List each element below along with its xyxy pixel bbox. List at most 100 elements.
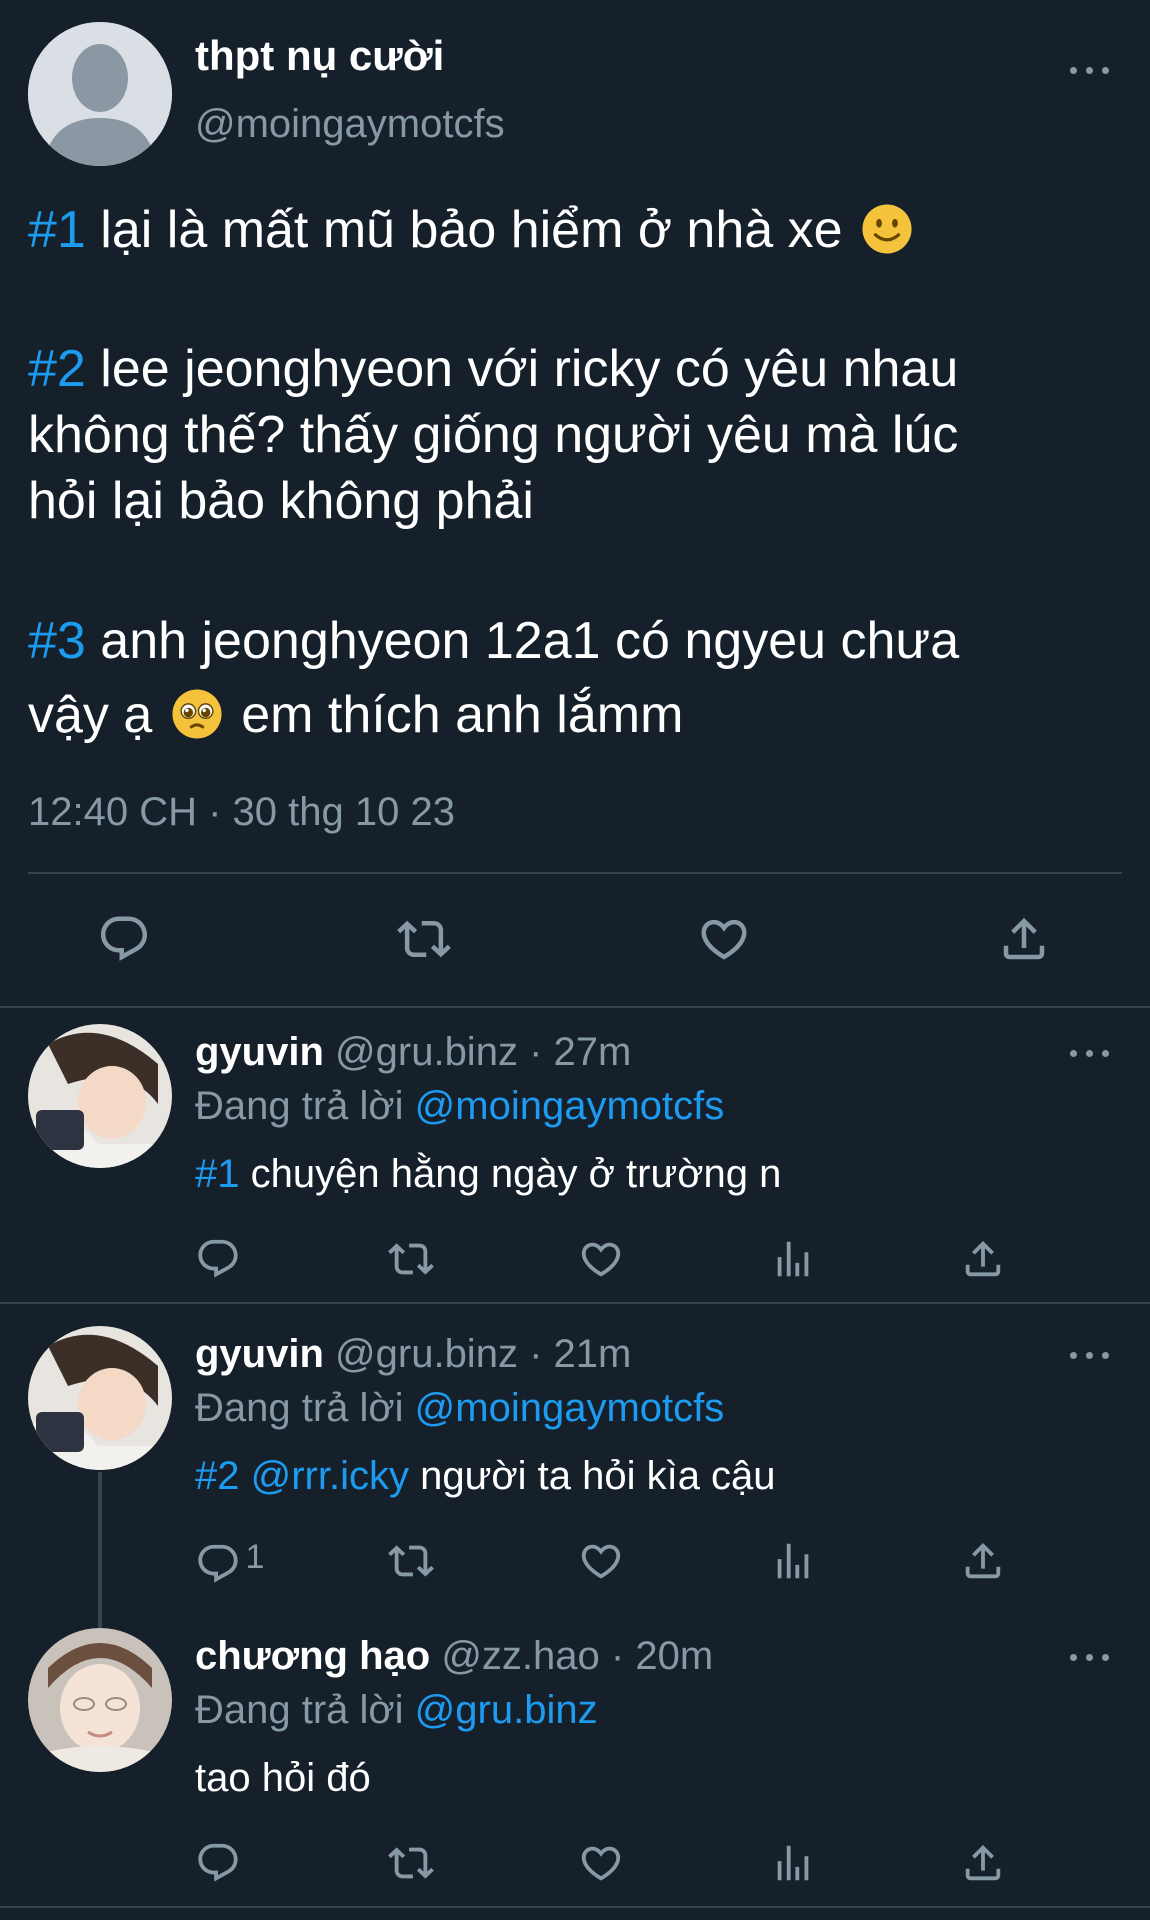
retweet-icon xyxy=(397,912,451,966)
profile-avatar[interactable] xyxy=(28,22,172,166)
reply-text: #2 @rrr.icky người ta hỏi kìa cậu xyxy=(195,1454,776,1499)
user-photo xyxy=(28,1024,172,1168)
avatar[interactable] xyxy=(28,1326,172,1470)
slightly-smiling-face-icon xyxy=(862,204,912,254)
reply-time: · 20m xyxy=(610,1634,714,1678)
retweet-button[interactable] xyxy=(388,1840,434,1891)
reply-icon xyxy=(195,1236,241,1282)
reply-body: người ta hỏi kìa cậu xyxy=(420,1454,776,1498)
reply-time: · 27m xyxy=(529,1030,632,1074)
confession-text: lại là mất mũ bảo hiểm ở nhà xe xyxy=(100,201,843,259)
more-options-icon[interactable] xyxy=(1070,62,1110,78)
reply-count: 1 xyxy=(245,1538,265,1576)
reply-author-name[interactable]: chương hạo xyxy=(195,1634,430,1678)
retweet-icon xyxy=(388,1538,434,1584)
reply-icon xyxy=(195,1840,241,1886)
reply-icon xyxy=(195,1541,241,1587)
reply-author-handle[interactable]: @gru.binz xyxy=(335,1030,518,1074)
divider xyxy=(0,1906,1150,1908)
share-icon xyxy=(960,1538,1006,1584)
views-icon xyxy=(770,1236,816,1282)
display-name[interactable]: thpt nụ cười xyxy=(195,32,444,80)
like-button[interactable] xyxy=(578,1236,624,1287)
share-icon xyxy=(960,1840,1006,1886)
heart-icon xyxy=(578,1538,624,1584)
views-button[interactable] xyxy=(770,1840,816,1891)
replying-to: Đang trả lời @moingaymotcfs xyxy=(195,1084,724,1129)
confession-text: hỏi lại bảo không phải xyxy=(28,472,534,530)
more-options-icon[interactable] xyxy=(1070,1649,1110,1665)
share-button[interactable] xyxy=(960,1840,1006,1891)
reply-time: · 21m xyxy=(529,1332,632,1376)
reply-text: tao hỏi đó xyxy=(195,1756,371,1800)
confession-1: #1 lại là mất mũ bảo hiểm ở nhà xe xyxy=(28,197,1118,263)
replying-to: Đang trả lời @moingaymotcfs xyxy=(195,1386,724,1431)
replying-to-link[interactable]: @moingaymotcfs xyxy=(415,1386,725,1430)
thread-connector xyxy=(98,1472,102,1628)
confession-text: vậy ạ xyxy=(28,686,153,744)
reply-author-handle[interactable]: @gru.binz xyxy=(335,1332,518,1376)
retweet-button[interactable] xyxy=(388,1236,434,1287)
reply-text: #1 chuyện hằng ngày ở trường n xyxy=(195,1152,781,1197)
hashtag[interactable]: #2 xyxy=(28,340,86,398)
views-button[interactable] xyxy=(770,1236,816,1287)
more-options-icon[interactable] xyxy=(1070,1347,1110,1363)
reply-author-name[interactable]: gyuvin xyxy=(195,1030,324,1074)
views-icon xyxy=(770,1538,816,1584)
replying-to-link[interactable]: @moingaymotcfs xyxy=(415,1084,725,1128)
retweet-icon xyxy=(388,1840,434,1886)
user-handle[interactable]: @moingaymotcfs xyxy=(195,102,505,147)
share-button[interactable] xyxy=(960,1236,1006,1287)
confession-2: #2 lee jeonghyeon với ricky có yêu nhau … xyxy=(28,336,1118,534)
confession-text: lee jeonghyeon với ricky có yêu nhau xyxy=(100,340,959,398)
replying-label: Đang trả lời xyxy=(195,1386,404,1430)
retweet-icon xyxy=(388,1236,434,1282)
replying-to-link[interactable]: @gru.binz xyxy=(415,1688,598,1732)
share-icon xyxy=(997,912,1051,966)
views-icon xyxy=(770,1840,816,1886)
like-button[interactable] xyxy=(697,912,751,966)
confession-text: em thích anh lắmm xyxy=(241,686,684,744)
replying-label: Đang trả lời xyxy=(195,1688,404,1732)
share-icon xyxy=(960,1236,1006,1282)
reply-header: gyuvin @gru.binz · 27m xyxy=(195,1030,631,1075)
reply-button[interactable]: 1 xyxy=(195,1538,264,1587)
more-options-icon[interactable] xyxy=(1070,1045,1110,1061)
reply-author-handle[interactable]: @zz.hao xyxy=(441,1634,599,1678)
reply-author-name[interactable]: gyuvin xyxy=(195,1332,324,1376)
hashtag[interactable]: #1 xyxy=(28,201,86,259)
like-button[interactable] xyxy=(578,1538,624,1589)
reply-body: chuyện hằng ngày ở trường n xyxy=(250,1152,782,1196)
divider xyxy=(0,1006,1150,1008)
reply-button[interactable] xyxy=(97,912,151,966)
divider xyxy=(28,872,1122,874)
tweet-timestamp[interactable]: 12:40 CH · 30 thg 10 23 xyxy=(28,790,455,835)
replying-to: Đang trả lời @gru.binz xyxy=(195,1688,598,1733)
default-avatar-icon xyxy=(28,22,172,166)
replying-label: Đang trả lời xyxy=(195,1084,404,1128)
hashtag[interactable]: #2 xyxy=(195,1454,240,1498)
hashtag[interactable]: #3 xyxy=(28,612,86,670)
like-button[interactable] xyxy=(578,1840,624,1891)
reply-button[interactable] xyxy=(195,1236,241,1287)
views-button[interactable] xyxy=(770,1538,816,1589)
divider xyxy=(0,1302,1150,1304)
retweet-button[interactable] xyxy=(388,1538,434,1589)
heart-icon xyxy=(578,1840,624,1886)
share-button[interactable] xyxy=(997,912,1051,966)
confession-text: anh jeonghyeon 12a1 có ngyeu chưa xyxy=(100,612,960,670)
mention-link[interactable]: @rrr.icky xyxy=(251,1454,409,1498)
user-photo xyxy=(28,1326,172,1470)
avatar[interactable] xyxy=(28,1024,172,1168)
heart-icon xyxy=(697,912,751,966)
retweet-button[interactable] xyxy=(397,912,451,966)
hashtag[interactable]: #1 xyxy=(195,1152,240,1196)
heart-icon xyxy=(578,1236,624,1282)
share-button[interactable] xyxy=(960,1538,1006,1589)
confession-3: #3 anh jeonghyeon 12a1 có ngyeu chưa vậy… xyxy=(28,604,1118,752)
avatar[interactable] xyxy=(28,1628,172,1772)
user-photo xyxy=(28,1628,172,1772)
reply-icon xyxy=(97,912,151,966)
reply-header: chương hạo @zz.hao · 20m xyxy=(195,1634,713,1679)
reply-button[interactable] xyxy=(195,1840,241,1891)
